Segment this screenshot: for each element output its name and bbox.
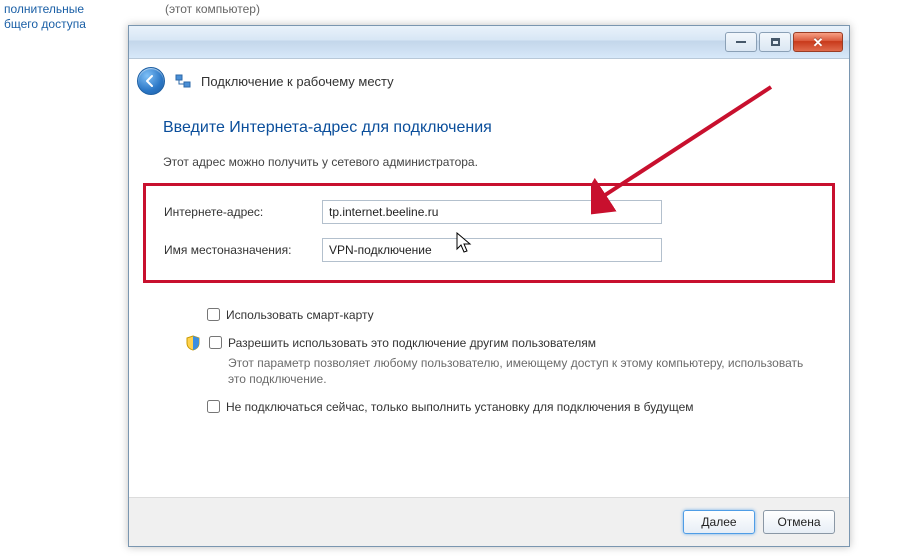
allow-others-label: Разрешить использовать это подключение д… [228, 335, 815, 351]
shield-icon [185, 335, 201, 351]
page-subtext: Этот адрес можно получить у сетевого адм… [163, 155, 815, 169]
minimize-icon [736, 41, 746, 43]
smartcard-row: Использовать смарт-карту [185, 307, 815, 323]
dont-connect-checkbox[interactable] [207, 400, 220, 413]
cancel-button[interactable]: Отмена [763, 510, 835, 534]
wizard-footer: Далее Отмена [129, 497, 849, 546]
background-snippet: (этот компьютер) [165, 2, 260, 16]
back-button[interactable] [137, 67, 165, 95]
next-button[interactable]: Далее [683, 510, 755, 534]
address-form-highlight: Интернете-адрес: Имя местоназначения: [143, 183, 835, 283]
close-button[interactable]: ✕ [793, 32, 843, 52]
maximize-icon [771, 38, 780, 46]
destination-name-row: Имя местоназначения: [164, 238, 814, 262]
wizard-title: Подключение к рабочему месту [201, 74, 394, 89]
wizard-header: Подключение к рабочему месту [129, 59, 849, 99]
dont-connect-row: Не подключаться сейчас, только выполнить… [185, 399, 815, 415]
destination-name-label: Имя местоназначения: [164, 243, 322, 257]
internet-address-input[interactable] [322, 200, 662, 224]
allow-others-desc: Этот параметр позволяет любому пользоват… [228, 355, 815, 387]
wizard-content: Введите Интернета-адрес для подключения … [129, 99, 849, 497]
dont-connect-label: Не подключаться сейчас, только выполнить… [226, 399, 694, 415]
back-arrow-icon [144, 74, 158, 88]
titlebar: ✕ [129, 26, 849, 59]
close-icon: ✕ [813, 36, 824, 49]
internet-address-label: Интернете-адрес: [164, 205, 322, 219]
smartcard-label: Использовать смарт-карту [226, 307, 374, 323]
background-text: полнительные бщего доступа [0, 0, 90, 34]
page-heading: Введите Интернета-адрес для подключения [163, 119, 815, 137]
internet-address-row: Интернете-адрес: [164, 200, 814, 224]
smartcard-checkbox[interactable] [207, 308, 220, 321]
options-block: Использовать смарт-карту Разрешить испол… [185, 307, 815, 415]
minimize-button[interactable] [725, 32, 757, 52]
allow-others-row: Разрешить использовать это подключение д… [185, 335, 815, 387]
maximize-button[interactable] [759, 32, 791, 52]
network-icon [175, 73, 191, 89]
allow-others-checkbox[interactable] [209, 336, 222, 349]
destination-name-input[interactable] [322, 238, 662, 262]
wizard-dialog: ✕ Подключение к рабочему месту Введите И… [128, 25, 850, 547]
